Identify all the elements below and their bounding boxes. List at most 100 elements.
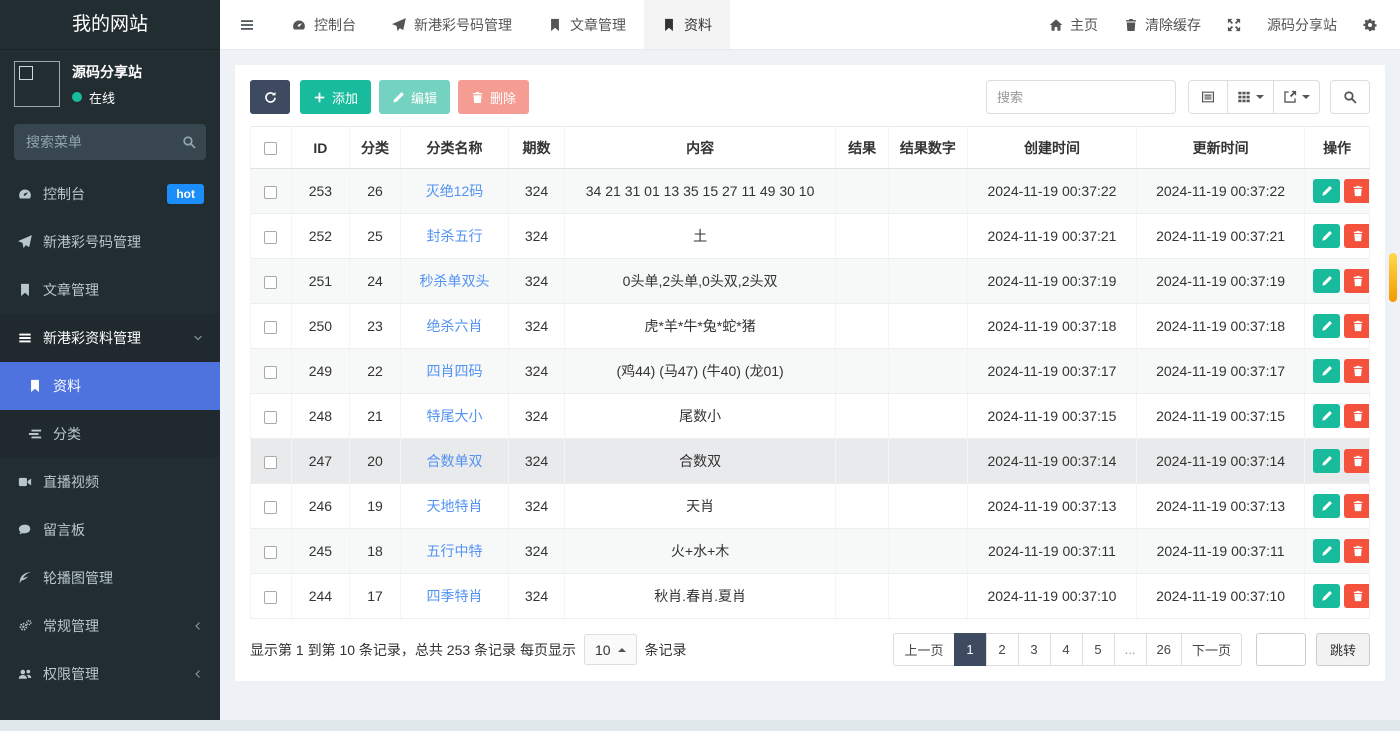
- nav-tabs: 控制台新港彩号码管理文章管理资料: [274, 0, 730, 49]
- broken-image-icon: [19, 66, 33, 80]
- row-delete-button[interactable]: [1344, 494, 1369, 518]
- row-edit-button[interactable]: [1313, 269, 1340, 293]
- name-link[interactable]: 四季特肖: [427, 588, 483, 604]
- row-checkbox[interactable]: [264, 276, 277, 289]
- row-delete-button[interactable]: [1344, 404, 1369, 428]
- row-edit-button[interactable]: [1313, 224, 1340, 248]
- horizontal-scrollbar-track[interactable]: [0, 720, 1400, 731]
- name-link[interactable]: 绝杀六肖: [427, 318, 483, 334]
- row-delete-button[interactable]: [1344, 584, 1369, 608]
- content-cell: 秋肖.春肖.夏肖: [564, 574, 835, 619]
- actions-cell: [1305, 529, 1370, 574]
- sidebar-item-live-video[interactable]: 直播视频: [0, 458, 220, 506]
- row-delete-button[interactable]: [1344, 179, 1369, 203]
- page-button-5[interactable]: 5: [1082, 633, 1115, 666]
- edit-button[interactable]: 编辑: [379, 80, 450, 114]
- sidebar-item-message-board[interactable]: 留言板: [0, 506, 220, 554]
- menu-search-input[interactable]: [14, 124, 206, 160]
- sidebar-item-console[interactable]: 控制台hot: [0, 170, 220, 218]
- page-jump-button[interactable]: 跳转: [1316, 633, 1370, 666]
- row-delete-button[interactable]: [1344, 269, 1369, 293]
- name-cell: 天地特肖: [400, 484, 508, 529]
- page-button-3[interactable]: 3: [1018, 633, 1051, 666]
- page-button-2[interactable]: 2: [986, 633, 1019, 666]
- columns-button[interactable]: [1228, 80, 1274, 114]
- select-all-checkbox[interactable]: [264, 142, 277, 155]
- tab-data[interactable]: 资料: [644, 0, 730, 49]
- row-checkbox[interactable]: [264, 321, 277, 334]
- navbar-fullscreen[interactable]: [1214, 0, 1254, 50]
- result-cell: [836, 349, 889, 394]
- table-search-input[interactable]: [986, 80, 1176, 114]
- row-delete-button[interactable]: [1344, 359, 1369, 383]
- page-size-select[interactable]: 10: [584, 634, 637, 665]
- row-edit-button[interactable]: [1313, 449, 1340, 473]
- row-delete-button[interactable]: [1344, 224, 1369, 248]
- page-button-1[interactable]: 1: [954, 633, 987, 666]
- name-link[interactable]: 灭绝12码: [426, 183, 484, 199]
- row-delete-button[interactable]: [1344, 449, 1369, 473]
- sidebar-item-data-manage[interactable]: 新港彩资料管理: [0, 314, 220, 362]
- row-checkbox[interactable]: [264, 591, 277, 604]
- row-checkbox[interactable]: [264, 186, 277, 199]
- sidebar-item-carousel-manage[interactable]: 轮播图管理: [0, 554, 220, 602]
- sidebar-item-number-manage[interactable]: 新港彩号码管理: [0, 218, 220, 266]
- row-edit-button[interactable]: [1313, 359, 1340, 383]
- select-cell: [251, 304, 292, 349]
- content-cell: 合数双: [564, 439, 835, 484]
- row-edit-button[interactable]: [1313, 494, 1340, 518]
- page-button-4[interactable]: 4: [1050, 633, 1083, 666]
- sidebar-item-article-manage[interactable]: 文章管理: [0, 266, 220, 314]
- vertical-scrollbar-thumb[interactable]: [1389, 253, 1397, 302]
- row-checkbox[interactable]: [264, 456, 277, 469]
- row-checkbox[interactable]: [264, 231, 277, 244]
- row-edit-button[interactable]: [1313, 404, 1340, 428]
- name-link[interactable]: 五行中特: [427, 543, 483, 559]
- result-cell: [836, 439, 889, 484]
- export-button[interactable]: [1274, 80, 1320, 114]
- row-edit-button[interactable]: [1313, 539, 1340, 563]
- delete-button[interactable]: 删除: [458, 80, 529, 114]
- sidebar-item-category[interactable]: 分类: [0, 410, 220, 458]
- row-delete-button[interactable]: [1344, 314, 1369, 338]
- trash-icon: [1124, 18, 1138, 32]
- row-edit-button[interactable]: [1313, 584, 1340, 608]
- tab-article-manage[interactable]: 文章管理: [530, 0, 644, 49]
- name-link[interactable]: 特尾大小: [427, 408, 483, 424]
- row-edit-button[interactable]: [1313, 179, 1340, 203]
- name-link[interactable]: 秒杀单双头: [420, 273, 490, 289]
- row-checkbox[interactable]: [264, 501, 277, 514]
- row-checkbox[interactable]: [264, 546, 277, 559]
- refresh-button[interactable]: [250, 80, 290, 114]
- row-delete-button[interactable]: [1344, 539, 1369, 563]
- add-button[interactable]: 添加: [300, 80, 371, 114]
- sidebar-item-auth-manage[interactable]: 权限管理: [0, 650, 220, 698]
- page-button-26[interactable]: 26: [1146, 633, 1182, 666]
- name-link[interactable]: 封杀五行: [427, 228, 483, 244]
- name-link[interactable]: 天地特肖: [427, 498, 483, 514]
- bookmark-icon: [548, 18, 562, 32]
- column-header: 创建时间: [967, 127, 1136, 169]
- page-jump-input[interactable]: [1256, 633, 1306, 666]
- navbar-clear-cache[interactable]: 清除缓存: [1111, 0, 1214, 50]
- toggle-view-button[interactable]: [1188, 80, 1228, 114]
- sidebar-item-general-manage[interactable]: 常规管理: [0, 602, 220, 650]
- navbar-settings[interactable]: [1350, 0, 1390, 50]
- prev-page-button[interactable]: 上一页: [893, 633, 954, 666]
- row-checkbox[interactable]: [264, 366, 277, 379]
- navbar-profile[interactable]: 源码分享站: [1254, 0, 1350, 50]
- row-checkbox[interactable]: [264, 411, 277, 424]
- online-status-icon: [72, 92, 82, 102]
- navbar-home[interactable]: 主页: [1036, 0, 1111, 50]
- sidebar-item-data[interactable]: 资料: [0, 362, 220, 410]
- tab-console[interactable]: 控制台: [274, 0, 374, 49]
- next-page-button[interactable]: 下一页: [1181, 633, 1242, 666]
- tab-number-manage[interactable]: 新港彩号码管理: [374, 0, 530, 49]
- search-button[interactable]: [1330, 80, 1370, 114]
- name-link[interactable]: 四肖四码: [427, 363, 483, 379]
- page-ellipsis[interactable]: ...: [1114, 633, 1147, 666]
- hamburger-icon[interactable]: [220, 0, 274, 49]
- column-header: 分类: [350, 127, 401, 169]
- name-link[interactable]: 合数单双: [427, 453, 483, 469]
- row-edit-button[interactable]: [1313, 314, 1340, 338]
